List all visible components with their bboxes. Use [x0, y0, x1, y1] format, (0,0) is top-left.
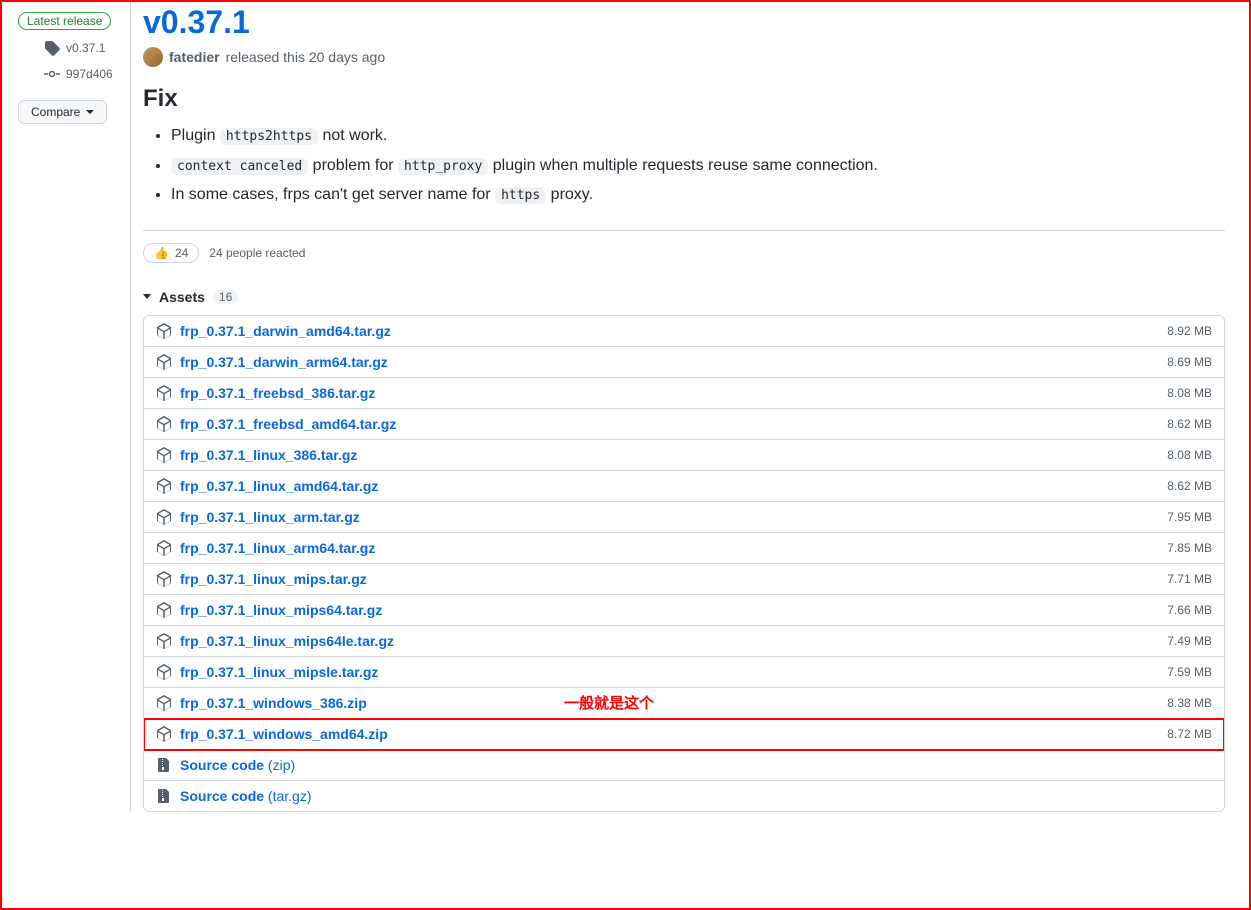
author-name[interactable]: fatedier	[169, 49, 220, 65]
package-icon	[156, 447, 172, 463]
tag-row[interactable]: v0.37.1	[44, 40, 122, 56]
asset-row[interactable]: frp_0.37.1_linux_386.tar.gz 8.08 MB	[144, 440, 1224, 471]
file-zip-icon	[156, 788, 172, 804]
caret-down-icon	[143, 294, 151, 299]
package-icon	[156, 323, 172, 339]
asset-link[interactable]: frp_0.37.1_windows_amd64.zip	[180, 726, 388, 742]
asset-row[interactable]: Source code (zip)	[144, 750, 1224, 781]
release-title[interactable]: v0.37.1	[143, 4, 1225, 41]
caret-down-icon	[86, 110, 94, 114]
release-sidebar: Latest release v0.37.1 997d406 Compare	[2, 2, 130, 812]
package-icon	[156, 602, 172, 618]
annotation-text: 一般就是这个	[564, 692, 654, 713]
reactions-bar: 👍 24 24 people reacted	[143, 230, 1225, 275]
asset-row[interactable]: frp_0.37.1_freebsd_386.tar.gz 8.08 MB	[144, 378, 1224, 409]
asset-link[interactable]: frp_0.37.1_linux_arm.tar.gz	[180, 509, 360, 525]
assets-count: 16	[213, 290, 238, 304]
asset-link[interactable]: frp_0.37.1_freebsd_amd64.tar.gz	[180, 416, 396, 432]
thumbs-up-reaction[interactable]: 👍 24	[143, 243, 199, 263]
asset-link[interactable]: Source code (zip)	[180, 757, 295, 773]
asset-size: 8.62 MB	[1167, 479, 1212, 493]
asset-link[interactable]: frp_0.37.1_freebsd_386.tar.gz	[180, 385, 375, 401]
asset-row[interactable]: frp_0.37.1_linux_mips64le.tar.gz 7.49 MB	[144, 626, 1224, 657]
asset-link[interactable]: frp_0.37.1_linux_mips64le.tar.gz	[180, 633, 394, 649]
package-icon	[156, 385, 172, 401]
package-icon	[156, 633, 172, 649]
reaction-count: 24	[175, 246, 188, 260]
asset-link[interactable]: frp_0.37.1_linux_386.tar.gz	[180, 447, 357, 463]
asset-size: 8.92 MB	[1167, 324, 1212, 338]
package-icon	[156, 416, 172, 432]
code-literal: https	[495, 187, 546, 204]
changelog-list: Plugin https2https not work. context canc…	[143, 123, 1225, 208]
assets-label: Assets	[159, 289, 205, 305]
asset-row[interactable]: frp_0.37.1_linux_mips64.tar.gz 7.66 MB	[144, 595, 1224, 626]
package-icon	[156, 695, 172, 711]
asset-size: 8.62 MB	[1167, 417, 1212, 431]
asset-size: 8.38 MB	[1167, 696, 1212, 710]
asset-size: 7.66 MB	[1167, 603, 1212, 617]
asset-size: 8.08 MB	[1167, 448, 1212, 462]
asset-link[interactable]: frp_0.37.1_windows_386.zip	[180, 695, 367, 711]
asset-list: frp_0.37.1_darwin_amd64.tar.gz8.92 MBfrp…	[143, 315, 1225, 812]
asset-link[interactable]: Source code (tar.gz)	[180, 788, 312, 804]
asset-link[interactable]: frp_0.37.1_linux_mips64.tar.gz	[180, 602, 382, 618]
asset-link[interactable]: frp_0.37.1_linux_amd64.tar.gz	[180, 478, 378, 494]
commit-label: 997d406	[66, 67, 113, 81]
asset-size: 8.08 MB	[1167, 386, 1212, 400]
asset-size: 7.71 MB	[1167, 572, 1212, 586]
asset-link[interactable]: frp_0.37.1_darwin_arm64.tar.gz	[180, 354, 388, 370]
package-icon	[156, 478, 172, 494]
commit-row[interactable]: 997d406	[44, 66, 122, 82]
code-literal: http_proxy	[398, 158, 488, 175]
package-icon	[156, 509, 172, 525]
package-icon	[156, 571, 172, 587]
package-icon	[156, 664, 172, 680]
package-icon	[156, 354, 172, 370]
asset-row[interactable]: frp_0.37.1_darwin_arm64.tar.gz 8.69 MB	[144, 347, 1224, 378]
asset-link[interactable]: frp_0.37.1_linux_mipsle.tar.gz	[180, 664, 378, 680]
asset-link[interactable]: frp_0.37.1_darwin_amd64.tar.gz	[180, 323, 391, 339]
asset-size: 7.59 MB	[1167, 665, 1212, 679]
released-text: released this 20 days ago	[226, 49, 386, 65]
asset-link[interactable]: frp_0.37.1_linux_mips.tar.gz	[180, 571, 367, 587]
package-icon	[156, 726, 172, 742]
code-literal: https2https	[220, 128, 318, 145]
release-main: v0.37.1 fatedier released this 20 days a…	[130, 2, 1249, 812]
asset-row[interactable]: frp_0.37.1_linux_arm.tar.gz 7.95 MB	[144, 502, 1224, 533]
changelog-item: Plugin https2https not work.	[171, 123, 1225, 149]
changelog-item: context canceled problem for http_proxy …	[171, 153, 1225, 179]
asset-row[interactable]: frp_0.37.1_linux_mipsle.tar.gz 7.59 MB	[144, 657, 1224, 688]
changelog-item: In some cases, frps can't get server nam…	[171, 182, 1225, 208]
reaction-summary: 24 people reacted	[209, 246, 305, 260]
asset-link[interactable]: frp_0.37.1_linux_arm64.tar.gz	[180, 540, 375, 556]
avatar[interactable]	[143, 47, 163, 67]
asset-size: 7.85 MB	[1167, 541, 1212, 555]
asset-row[interactable]: frp_0.37.1_freebsd_amd64.tar.gz 8.62 MB	[144, 409, 1224, 440]
thumbs-up-icon: 👍	[154, 246, 169, 260]
asset-row[interactable]: frp_0.37.1_windows_386.zip 一般就是这个 8.38 MB	[144, 688, 1224, 719]
asset-size: 8.69 MB	[1167, 355, 1212, 369]
asset-row[interactable]: frp_0.37.1_linux_mips.tar.gz 7.71 MB	[144, 564, 1224, 595]
asset-row[interactable]: frp_0.37.1_linux_arm64.tar.gz 7.85 MB	[144, 533, 1224, 564]
file-zip-icon	[156, 757, 172, 773]
tag-label: v0.37.1	[66, 41, 105, 55]
package-icon	[156, 540, 172, 556]
fix-heading: Fix	[143, 85, 1225, 113]
asset-size: 7.95 MB	[1167, 510, 1212, 524]
asset-row[interactable]: Source code (tar.gz)	[144, 781, 1224, 811]
code-literal: context canceled	[171, 158, 308, 175]
assets-toggle[interactable]: Assets 16	[143, 275, 1225, 315]
asset-row[interactable]: frp_0.37.1_windows_amd64.zip 8.72 MB	[144, 719, 1224, 750]
asset-row[interactable]: frp_0.37.1_darwin_amd64.tar.gz 8.92 MB	[144, 316, 1224, 347]
commit-icon	[44, 66, 60, 82]
asset-size: 7.49 MB	[1167, 634, 1212, 648]
asset-row[interactable]: frp_0.37.1_linux_amd64.tar.gz 8.62 MB	[144, 471, 1224, 502]
compare-button[interactable]: Compare	[18, 100, 107, 124]
latest-release-badge: Latest release	[18, 12, 111, 30]
release-meta: fatedier released this 20 days ago	[143, 47, 1225, 67]
compare-label: Compare	[31, 105, 80, 119]
asset-size: 8.72 MB	[1167, 727, 1212, 741]
tag-icon	[44, 40, 60, 56]
